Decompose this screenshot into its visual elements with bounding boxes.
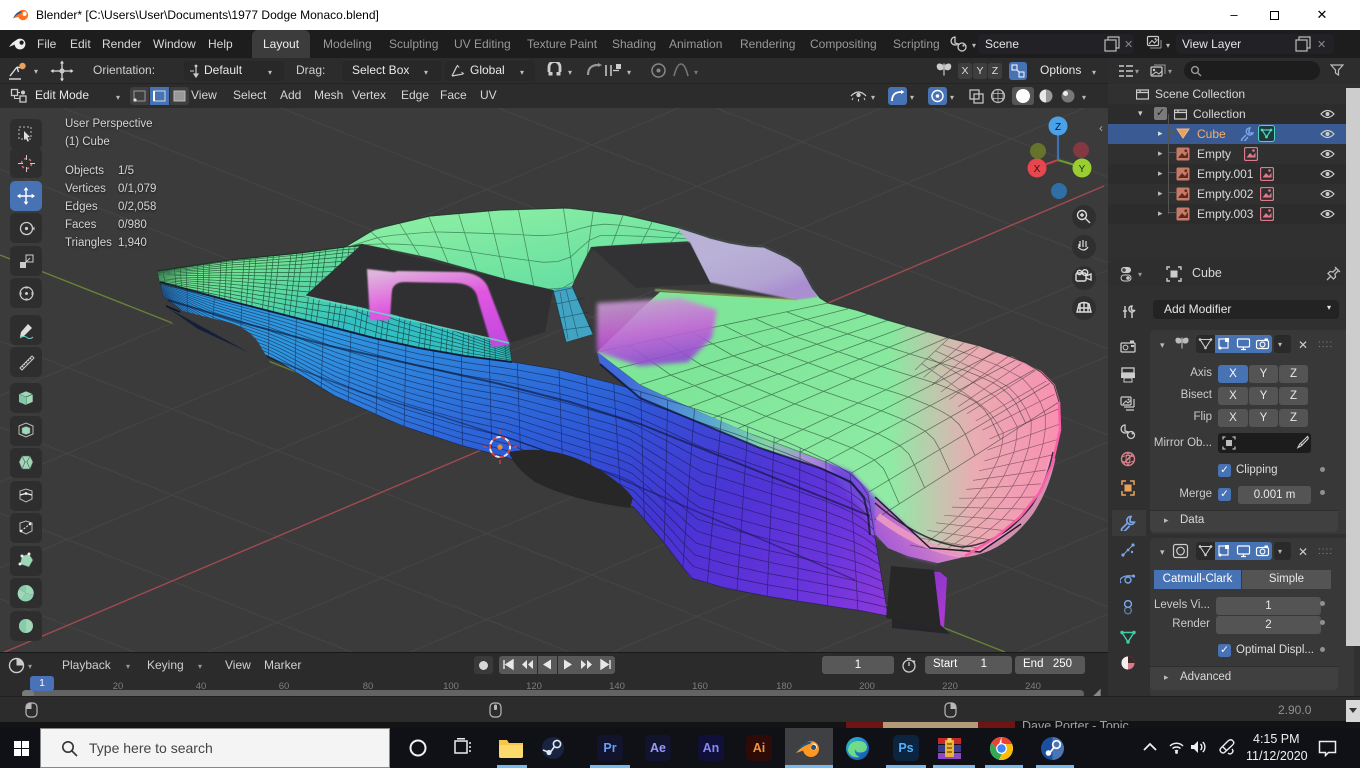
svg-text:Y: Y [1079, 164, 1086, 175]
svg-text:X: X [1034, 164, 1041, 175]
svg-text:Z: Z [1055, 122, 1061, 133]
